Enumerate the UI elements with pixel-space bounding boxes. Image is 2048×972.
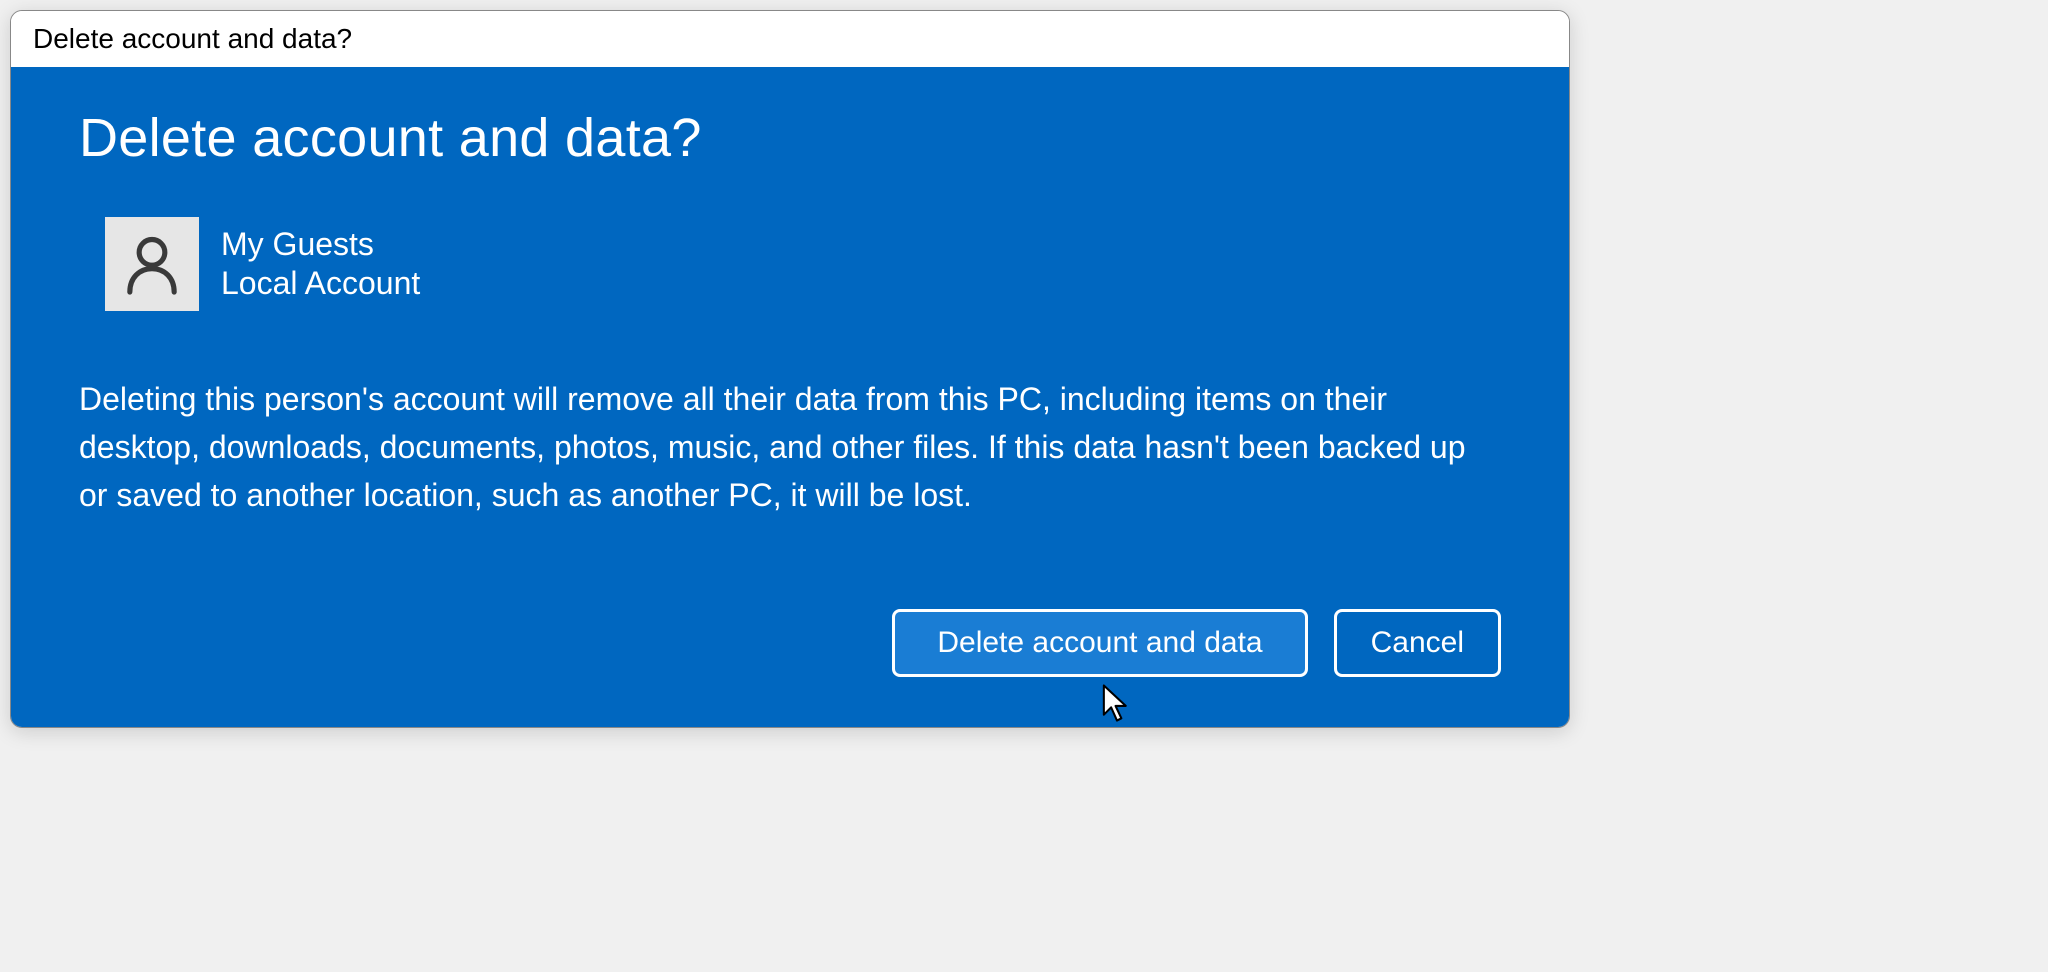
warning-text: Deleting this person's account will remo… [79, 375, 1501, 519]
avatar [105, 217, 199, 311]
dialog-window: Delete account and data? Delete account … [10, 10, 1570, 728]
delete-account-button[interactable]: Delete account and data [892, 609, 1307, 677]
title-bar: Delete account and data? [11, 11, 1569, 67]
dialog-heading: Delete account and data? [79, 107, 1501, 169]
user-icon [124, 233, 180, 295]
account-type: Local Account [221, 265, 420, 302]
window-title: Delete account and data? [33, 23, 352, 54]
account-name: My Guests [221, 226, 420, 263]
button-row: Delete account and data Cancel [79, 609, 1501, 677]
account-info-row: My Guests Local Account [105, 217, 1501, 311]
cancel-button[interactable]: Cancel [1334, 609, 1501, 677]
account-text-block: My Guests Local Account [221, 226, 420, 302]
dialog-body: Delete account and data? My Guests Local… [11, 67, 1569, 727]
